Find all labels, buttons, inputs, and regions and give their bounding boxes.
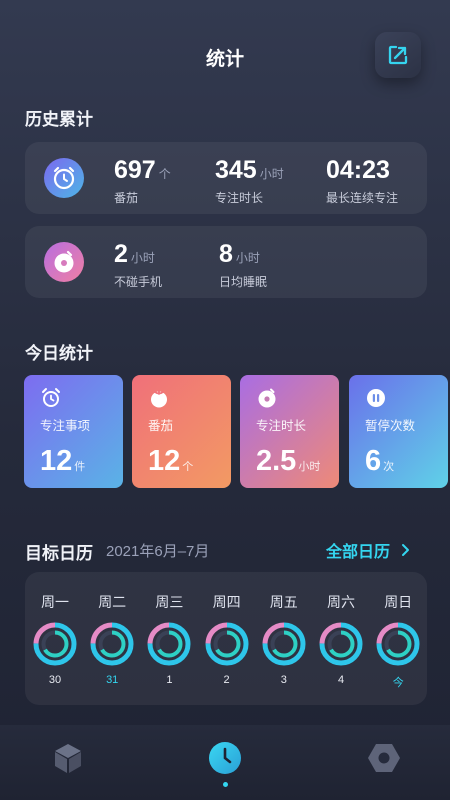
calendar-day[interactable]: 周一 30 xyxy=(30,592,80,692)
weekday-label: 周三 xyxy=(155,594,184,610)
stat-unit: 小时 xyxy=(130,251,155,265)
history-card-secondary: 2 小时 不碰手机 8 小时 日均睡眠 xyxy=(25,226,427,298)
stat-focus-hours: 345 小时 专注时长 xyxy=(215,158,284,206)
date-label: 4 xyxy=(337,674,345,686)
tomato-icon xyxy=(151,390,167,408)
nav-item-settings[interactable] xyxy=(366,740,402,776)
date-label: 今 xyxy=(392,677,404,689)
progress-ring xyxy=(319,622,363,666)
weekday-label: 周一 xyxy=(41,594,69,610)
progress-ring xyxy=(205,622,249,666)
phone-disc-icon xyxy=(42,240,86,284)
calendar-day[interactable]: 周二 31 xyxy=(87,592,137,692)
cube-icon xyxy=(55,744,81,773)
weekday-label: 周四 xyxy=(212,594,241,610)
stat-longest-focus: 04:23 最长连续专注 xyxy=(326,158,398,206)
stat-value: 04:23 xyxy=(326,156,390,184)
stat-tomato-total: 697 个 番茄 xyxy=(114,158,171,206)
tile-value: 12 xyxy=(40,445,73,477)
tile-label: 暂停次数 xyxy=(365,419,416,433)
stat-value: 2 xyxy=(114,240,128,268)
calendar-day[interactable]: 周日今 xyxy=(373,592,423,692)
progress-ring xyxy=(376,622,420,666)
pause-icon xyxy=(367,389,385,407)
tile-focus-items[interactable]: 专注事项 12 件 xyxy=(24,375,123,488)
calendar-day[interactable]: 周三 1 xyxy=(144,592,194,692)
stat-label: 番茄 xyxy=(114,191,139,205)
stat-value: 8 xyxy=(219,240,233,268)
date-label: 1 xyxy=(166,674,173,686)
history-section-title: 历史累计 xyxy=(25,110,93,129)
stat-label: 专注时长 xyxy=(215,191,264,205)
calendar-range: 2021年6月–7月 xyxy=(106,543,210,560)
active-indicator-dot xyxy=(223,782,228,787)
progress-ring xyxy=(147,622,191,666)
progress-ring xyxy=(262,622,306,666)
settings-hex-icon xyxy=(368,744,400,772)
calendar-day[interactable]: 周四 2 xyxy=(202,592,252,692)
bottom-nav xyxy=(0,725,450,800)
share-button[interactable] xyxy=(375,32,421,78)
date-label: 31 xyxy=(106,674,119,686)
weekday-label: 周五 xyxy=(269,594,298,610)
tile-value: 12 xyxy=(148,445,181,477)
stat-value: 345 xyxy=(215,156,257,184)
stat-unit: 小时 xyxy=(259,167,284,181)
weekday-label: 周二 xyxy=(98,594,127,610)
tile-focus-duration[interactable]: 专注时长 2.5 小时 xyxy=(240,375,339,488)
tile-label: 专注时长 xyxy=(256,419,307,433)
nav-item-cube[interactable] xyxy=(50,740,86,776)
stat-label: 日均睡眠 xyxy=(219,275,268,289)
date-label: 2 xyxy=(223,674,230,686)
date-label: 30 xyxy=(48,674,62,686)
tile-label: 专注事项 xyxy=(40,419,91,433)
tile-label: 番茄 xyxy=(148,419,174,433)
calendar-day[interactable]: 周五 3 xyxy=(259,592,309,692)
calendar-section-title: 目标日历 xyxy=(25,544,93,563)
chevron-right-icon xyxy=(402,544,410,556)
stat-avg-sleep: 8 小时 日均睡眠 xyxy=(219,242,267,290)
nav-item-clock[interactable] xyxy=(207,740,243,776)
progress-ring xyxy=(33,622,77,666)
all-calendar-link[interactable]: 全部日历 xyxy=(326,538,414,562)
weekday-label: 周日 xyxy=(384,594,413,610)
all-calendar-label: 全部日历 xyxy=(326,544,391,561)
share-icon xyxy=(388,45,408,65)
calendar-card: 周一 30 周二 31 周三 1 周四 2 周五 3 周六 4 周日今 xyxy=(25,572,427,705)
tile-unit: 件 xyxy=(74,461,86,473)
stat-value: 697 xyxy=(114,156,156,184)
alarm-clock-icon xyxy=(42,156,86,200)
stat-label: 最长连续专注 xyxy=(326,191,399,205)
stat-no-phone: 2 小时 不碰手机 xyxy=(114,242,162,290)
disc-icon xyxy=(258,388,276,408)
tile-tomatoes[interactable]: 番茄 12 个 xyxy=(132,375,231,488)
stat-label: 不碰手机 xyxy=(114,275,163,289)
tile-value: 6 xyxy=(365,445,382,477)
clock-icon xyxy=(209,742,241,774)
calendar-day[interactable]: 周六 4 xyxy=(316,592,366,692)
stat-unit: 个 xyxy=(158,167,171,181)
tile-unit: 个 xyxy=(182,461,194,473)
date-label: 3 xyxy=(280,674,287,686)
today-section-title: 今日统计 xyxy=(25,344,93,363)
alarm-icon xyxy=(42,388,60,407)
progress-ring xyxy=(90,622,134,666)
tile-value: 2.5 xyxy=(256,445,297,477)
history-card-primary: 697 个 番茄 345 小时 专注时长 04:23 最长连续专注 xyxy=(25,142,427,214)
tile-unit: 小时 xyxy=(298,461,321,473)
stat-unit: 小时 xyxy=(235,251,260,265)
tile-pause-count[interactable]: 暂停次数 6次 xyxy=(349,375,448,488)
tile-unit: 次 xyxy=(383,461,395,473)
weekday-label: 周六 xyxy=(327,594,355,610)
